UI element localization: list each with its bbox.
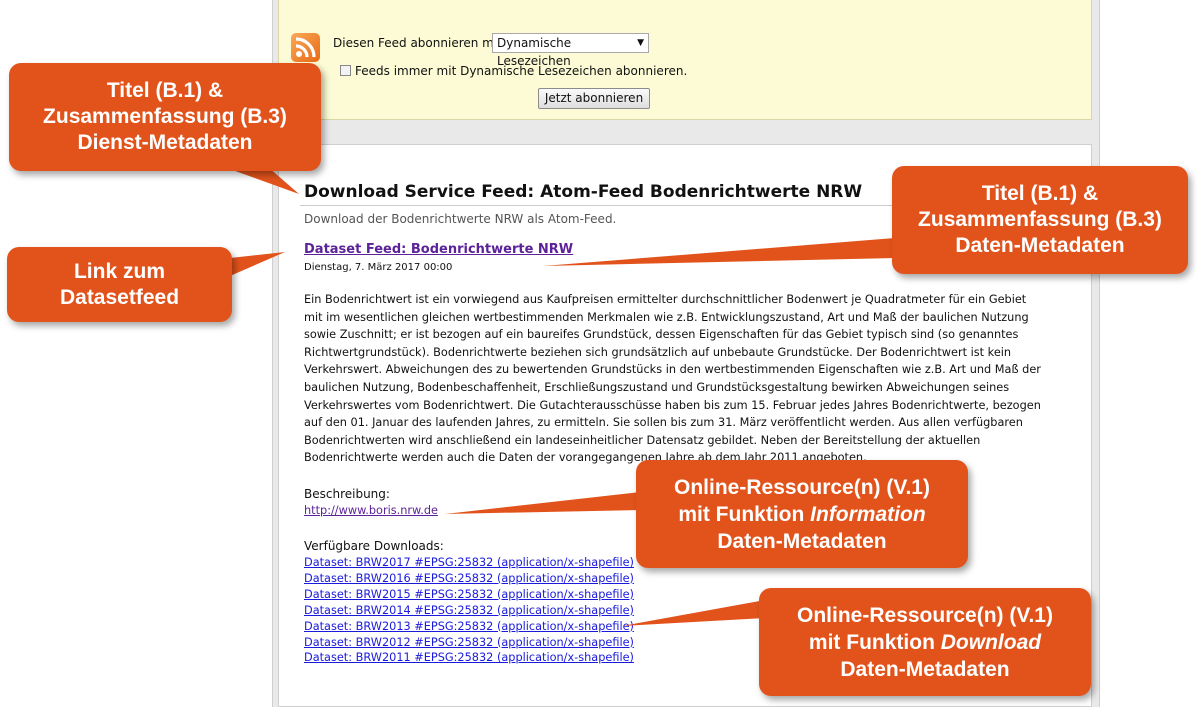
callout-tail-download [622,600,765,626]
callout-tail-data-meta [543,238,895,266]
callout-service-metadata: Titel (B.1) & Zusammenfassung (B.3) Dien… [9,63,321,171]
callout-emphasis: Download [940,630,1042,654]
callout-line: Link zum [73,259,165,283]
callout-line: Daten-Metadaten [955,234,1125,257]
callout-line: mit Funktion Information [636,501,968,528]
callout-tail-dataset-link [230,252,285,276]
callout-data-metadata: Titel (B.1) & Zusammenfassung (B.3) Date… [892,166,1188,274]
callout-line: Zusammenfassung (B.3) [43,105,287,128]
callout-text: mit Funktion [678,502,811,526]
callout-line: Online-Ressource(n) (V.1) [797,603,1053,627]
callout-line: Daten-Metadaten [840,657,1010,681]
callout-line: Titel (B.1) & [106,79,224,102]
callout-line: mit Funktion Download [759,629,1091,656]
callout-line: Online-Ressource(n) (V.1) [674,475,930,499]
callout-tail-info [445,492,640,514]
callout-info-resource: Online-Ressource(n) (V.1) mit Funktion I… [636,460,968,568]
callout-dataset-link: Link zum Datasetfeed [7,247,232,322]
callout-emphasis: Information [810,502,926,526]
callout-download-resource: Online-Ressource(n) (V.1) mit Funktion D… [759,588,1091,696]
callout-line: Datasetfeed [59,285,180,309]
callout-line: Daten-Metadaten [717,529,887,553]
callout-line: Dienst-Metadaten [77,131,253,154]
callout-line: Zusammenfassung (B.3) [918,208,1162,231]
callout-line: Titel (B.1) & [981,182,1099,205]
callout-text: mit Funktion [808,630,941,654]
